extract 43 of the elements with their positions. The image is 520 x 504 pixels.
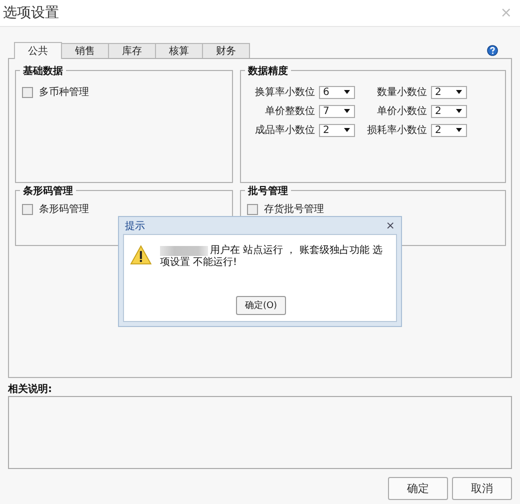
group-title: 数据精度	[245, 64, 291, 78]
checkbox-label: 条形码管理	[39, 203, 89, 216]
field-label: 损耗率小数位	[367, 124, 427, 137]
close-button[interactable]: ×	[386, 219, 395, 232]
cancel-button[interactable]: 取消	[452, 477, 512, 500]
ok-button[interactable]: 确定	[388, 477, 448, 500]
field-label: 成品率小数位	[255, 124, 315, 137]
field-label: 换算率小数位	[255, 86, 315, 99]
field-label: 数量小数位	[377, 86, 427, 99]
dialog-title: 提示	[125, 220, 145, 232]
checkbox-label: 多币种管理	[39, 86, 89, 99]
warning-icon	[130, 245, 152, 265]
dropdown-arrow-icon	[344, 128, 350, 132]
dropdown[interactable]: 2	[431, 124, 467, 136]
dropdown[interactable]: 2	[319, 124, 355, 136]
checkbox[interactable]	[22, 204, 33, 214]
tab[interactable]: 核算	[155, 43, 203, 58]
ok-button[interactable]: 确定(O)	[236, 296, 286, 315]
notes-field[interactable]	[8, 396, 512, 469]
dropdown[interactable]: 2	[431, 104, 467, 118]
tab[interactable]: 销售	[61, 43, 109, 58]
field-label: 单价整数位	[265, 104, 315, 118]
field-label: 单价小数位	[377, 104, 427, 118]
tab[interactable]: 库存	[108, 43, 156, 58]
notes-label: 相关说明:	[8, 382, 53, 396]
tab[interactable]: 财务	[202, 43, 250, 58]
help-icon[interactable]	[487, 45, 498, 56]
dropdown-arrow-icon	[344, 109, 350, 113]
window-title: 选项设置	[3, 4, 59, 22]
tab[interactable]: 公共	[14, 42, 62, 59]
group-title: 基础数据	[20, 64, 66, 78]
dropdown-arrow-icon	[456, 90, 462, 94]
group-title: 条形码管理	[20, 184, 76, 198]
group-title: 批号管理	[245, 184, 291, 198]
dropdown[interactable]: 2	[431, 86, 467, 98]
dropdown-arrow-icon	[456, 128, 462, 132]
checkbox-label: 存货批号管理	[264, 202, 324, 216]
checkbox[interactable]	[22, 86, 33, 98]
dropdown-arrow-icon	[344, 90, 350, 94]
dropdown[interactable]: 7	[319, 104, 355, 118]
checkbox[interactable]	[247, 204, 258, 214]
dropdown[interactable]: 6	[319, 86, 355, 98]
dropdown-arrow-icon	[456, 109, 462, 113]
